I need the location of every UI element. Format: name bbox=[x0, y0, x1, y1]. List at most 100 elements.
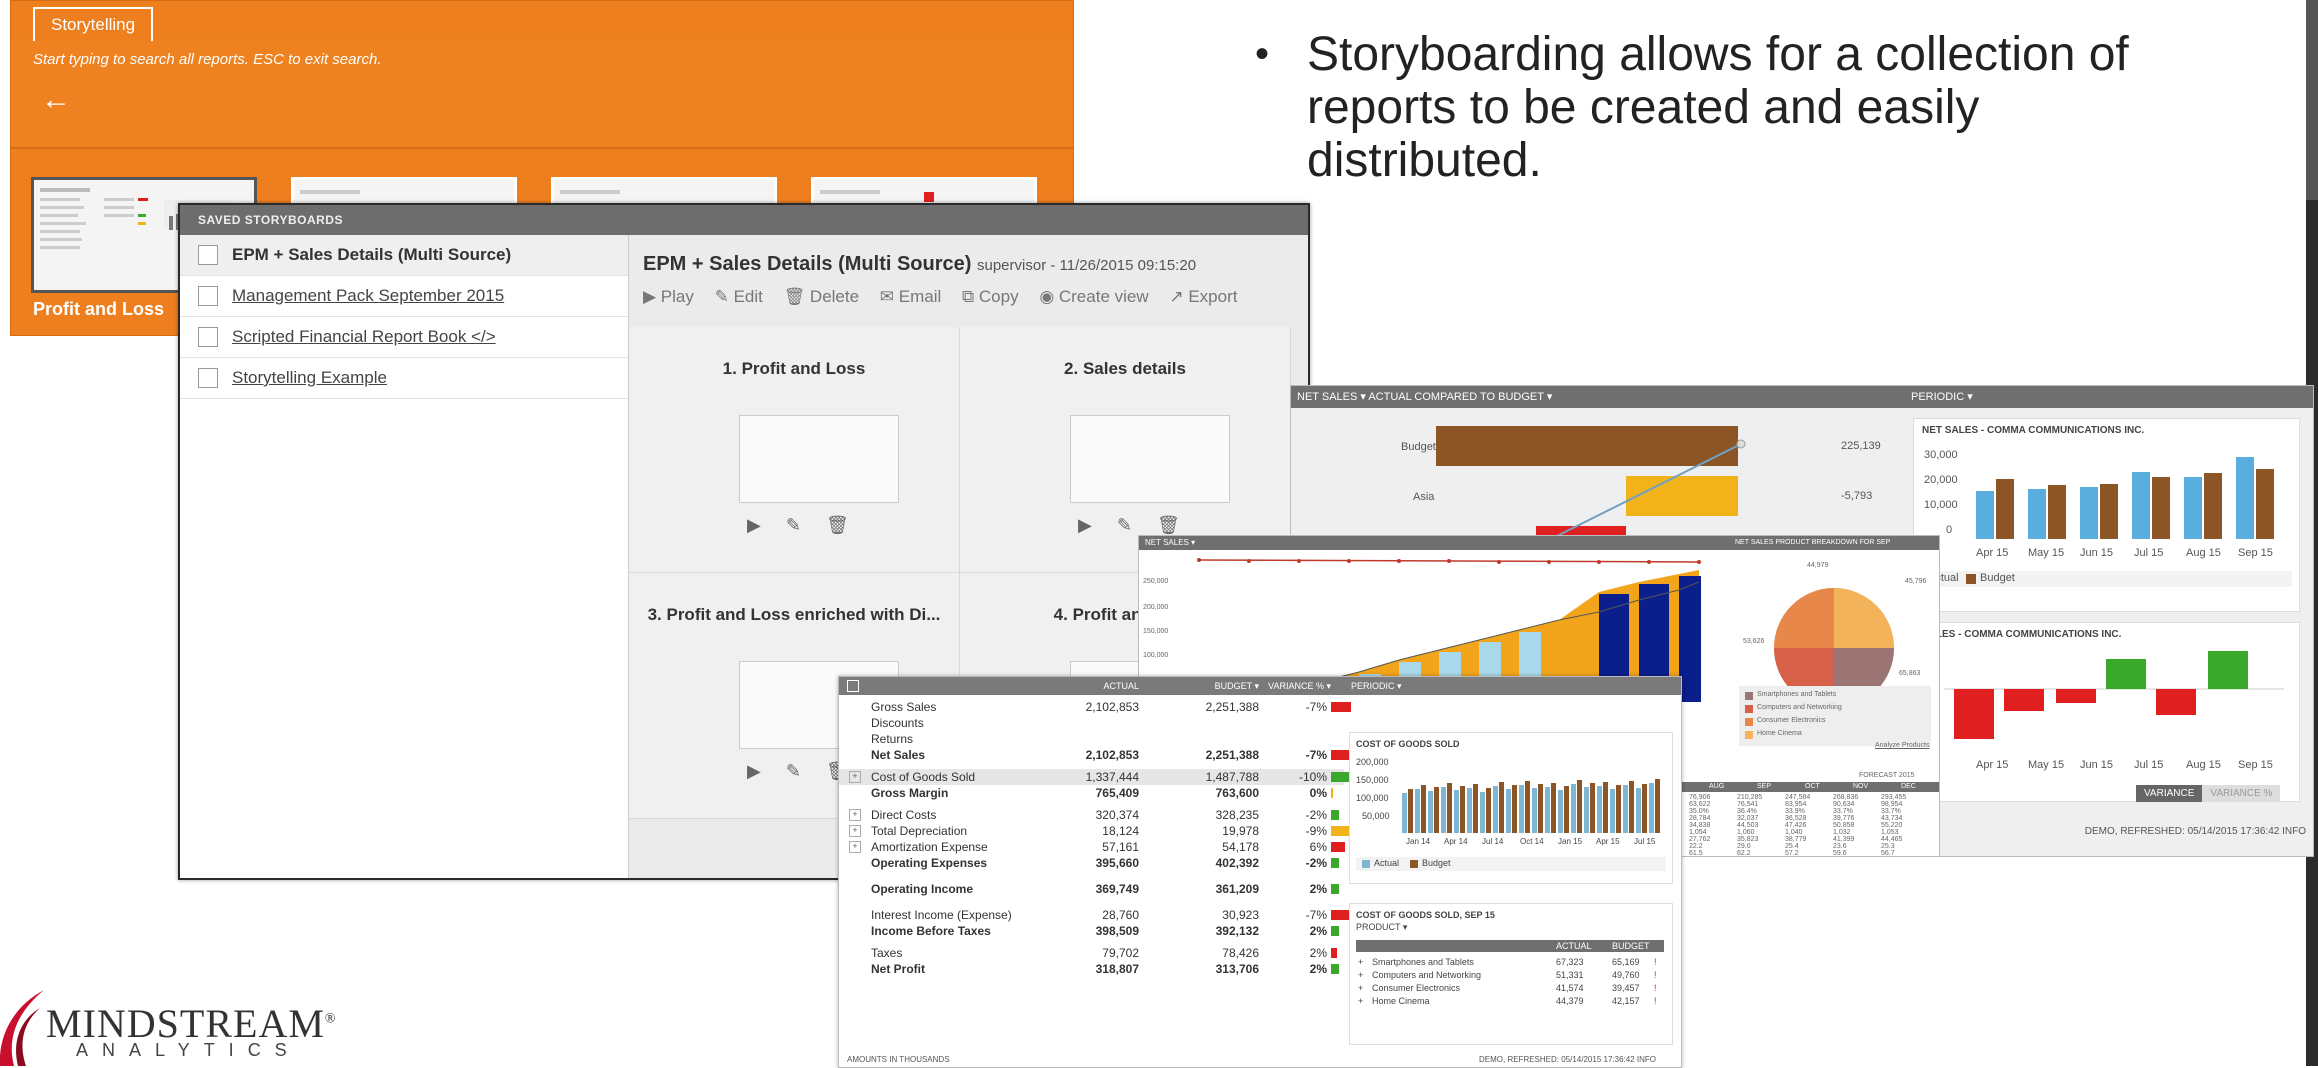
expand-row-icon[interactable]: + bbox=[849, 771, 861, 783]
list-item[interactable]: + Computers and Networking 51,331 49,760! bbox=[1356, 969, 1664, 982]
table-row[interactable]: + Total Depreciation 18,124 19,978 -9% bbox=[839, 823, 1359, 839]
refresh-footer: DEMO, REFRESHED: 05/14/2015 17:36:42 INF… bbox=[2084, 826, 2306, 837]
product-filter[interactable]: PRODUCT ▾ bbox=[1356, 922, 1407, 933]
storyboard-item-label[interactable]: Management Pack September 2015 bbox=[232, 276, 504, 316]
periodic-filter[interactable]: PERIODIC ▾ bbox=[1911, 386, 1973, 408]
trash-icon[interactable]: 🗑 bbox=[1157, 515, 1180, 535]
back-arrow-icon[interactable]: ← bbox=[41, 83, 71, 117]
budget-cell: 2,251,388 bbox=[1205, 700, 1259, 714]
storyboard-item[interactable]: EPM + Sales Details (Multi Source) bbox=[180, 235, 628, 276]
create-view-button[interactable]: ◉ Create view bbox=[1039, 287, 1148, 306]
table-row[interactable]: Gross Margin 765,409 763,600 0% bbox=[839, 785, 1344, 801]
tab-variance-percent[interactable]: VARIANCE % bbox=[2202, 785, 2281, 802]
storyboard-card[interactable]: 1. Profit and Loss ▶ ✎ 🗑 bbox=[629, 327, 960, 573]
actual-bar bbox=[1623, 785, 1628, 833]
trash-icon[interactable]: 🗑 bbox=[826, 515, 849, 535]
edit-icon[interactable]: ✎ bbox=[786, 761, 801, 781]
table-row[interactable]: Discounts bbox=[839, 715, 1344, 731]
expand-row-icon[interactable]: + bbox=[849, 809, 861, 821]
variance-toggle: VARIANCE VARIANCE % bbox=[2136, 785, 2281, 802]
product-name: Home Cinema bbox=[1372, 996, 1430, 1006]
play-icon[interactable]: ▶ bbox=[1078, 515, 1092, 535]
table-row[interactable]: + Direct Costs 320,374 328,235 -2% bbox=[839, 807, 1344, 823]
storyboard-item[interactable]: Scripted Financial Report Book </> bbox=[180, 317, 628, 358]
expand-row-icon[interactable]: + bbox=[1358, 996, 1363, 1006]
col-budget[interactable]: BUDGET ▾ bbox=[1159, 677, 1259, 695]
card-thumbnail[interactable] bbox=[1070, 415, 1230, 503]
scrollbar-thumb[interactable] bbox=[2306, 0, 2318, 200]
col-periodic[interactable]: PERIODIC ▾ bbox=[1351, 677, 1402, 695]
email-button[interactable]: ✉ Email bbox=[880, 287, 941, 306]
table-row[interactable]: + Cost of Goods Sold 1,337,444 1,487,788 -10… bbox=[839, 769, 1361, 785]
forecast-cell: 83,954 bbox=[1785, 801, 1807, 808]
storyboard-checkbox[interactable] bbox=[198, 286, 218, 306]
variance-cell: -9% bbox=[1305, 824, 1327, 838]
table-row[interactable]: Operating Income 369,749 361,209 2% bbox=[839, 881, 1344, 897]
y-tick: 250,000 bbox=[1143, 578, 1169, 585]
play-icon[interactable]: ▶ bbox=[747, 515, 761, 535]
edit-icon[interactable]: ✎ bbox=[786, 515, 801, 535]
table-row[interactable]: + Amortization Expense 57,161 54,178 6% bbox=[839, 839, 1345, 855]
table-row[interactable]: Income Before Taxes 398,509 392,132 2% bbox=[839, 923, 1344, 939]
expand-row-icon[interactable]: + bbox=[1358, 983, 1363, 993]
pie-legend: Smartphones and Tablets Computers and Ne… bbox=[1739, 686, 1931, 746]
net-sales-filter[interactable]: NET SALES ▾ ACTUAL COMPARED TO BUDGET ▾ bbox=[1297, 386, 1552, 408]
analyze-products-link[interactable]: Analyze Products bbox=[1875, 742, 1929, 749]
budget-bar bbox=[1564, 786, 1569, 833]
card-thumbnail[interactable] bbox=[739, 415, 899, 503]
budget-bar bbox=[1603, 782, 1608, 833]
x-tick: May 15 bbox=[2028, 547, 2065, 559]
mindstream-logo-icon bbox=[0, 990, 44, 1066]
actual-bar bbox=[1571, 784, 1576, 833]
expand-row-icon[interactable]: + bbox=[1358, 957, 1363, 967]
table-row[interactable]: Gross Sales 2,102,853 2,251,388 -7% bbox=[839, 699, 1351, 715]
table-row[interactable]: Net Sales 2,102,853 2,251,388 -7% bbox=[839, 747, 1351, 763]
saved-storyboards-title-bar: SAVED STORYBOARDS bbox=[180, 205, 1308, 235]
table-row[interactable]: Interest Income (Expense) 28,760 30,923 -7% bbox=[839, 907, 1351, 923]
expand-icon[interactable] bbox=[847, 680, 859, 692]
edit-button[interactable]: ✎ Edit bbox=[715, 287, 763, 306]
storyboard-checkbox[interactable] bbox=[198, 368, 218, 388]
storyboard-item[interactable]: Storytelling Example bbox=[180, 358, 628, 399]
list-item[interactable]: + Home Cinema 44,379 42,157! bbox=[1356, 995, 1664, 1008]
budget-cell: 30,923 bbox=[1222, 908, 1259, 922]
budget-cell: 42,157 bbox=[1612, 996, 1640, 1006]
forecast-cell: 22.2 bbox=[1689, 843, 1703, 850]
delete-button[interactable]: 🗑 Delete bbox=[784, 287, 859, 306]
edit-icon[interactable]: ✎ bbox=[1117, 515, 1132, 535]
storyboard-item-label[interactable]: Scripted Financial Report Book </> bbox=[232, 317, 496, 357]
list-item[interactable]: + Smartphones and Tablets 67,323 65,169! bbox=[1356, 956, 1664, 969]
storyboard-item-label[interactable]: Storytelling Example bbox=[232, 358, 387, 398]
tab-storytelling[interactable]: Storytelling bbox=[33, 7, 154, 41]
list-item[interactable]: + Consumer Electronics 41,574 39,457! bbox=[1356, 982, 1664, 995]
forecast-cell: 57.2 bbox=[1785, 850, 1799, 856]
legend-budget: Budget bbox=[1980, 572, 2015, 584]
forecast-cell: 268,836 bbox=[1833, 794, 1859, 801]
table-row[interactable]: Operating Expenses 395,660 402,392 -2% bbox=[839, 855, 1344, 871]
actual-cell: 67,323 bbox=[1556, 957, 1584, 967]
tab-variance[interactable]: VARIANCE bbox=[2136, 785, 2203, 802]
actual-bar bbox=[1428, 791, 1433, 833]
expand-row-icon[interactable]: + bbox=[849, 841, 861, 853]
table-row[interactable]: Taxes 79,702 78,426 2% bbox=[839, 945, 1344, 961]
row-label: Income Before Taxes bbox=[871, 924, 991, 938]
storyboard-checkbox[interactable] bbox=[198, 327, 218, 347]
budget-bar bbox=[1447, 783, 1452, 833]
col-variance[interactable]: VARIANCE % ▾ bbox=[1259, 677, 1331, 695]
play-button[interactable]: ▶ Play bbox=[643, 287, 694, 306]
play-icon[interactable]: ▶ bbox=[747, 761, 761, 781]
table-row[interactable]: Net Profit 318,807 313,706 2% bbox=[839, 961, 1344, 977]
export-button[interactable]: ↗ Export bbox=[1169, 287, 1237, 306]
actual-bar bbox=[1584, 787, 1589, 833]
expand-row-icon[interactable]: + bbox=[1358, 970, 1363, 980]
card-actions: ▶ ✎ 🗑 bbox=[1078, 515, 1200, 536]
x-tick: Aug 15 bbox=[2186, 547, 2221, 559]
expand-row-icon[interactable]: + bbox=[849, 825, 861, 837]
col-budget: BUDGET bbox=[1612, 941, 1650, 951]
table-row[interactable]: Returns bbox=[839, 731, 1344, 747]
storyboard-checkbox[interactable] bbox=[198, 245, 218, 265]
copy-button[interactable]: ⧉ Copy bbox=[962, 287, 1019, 306]
storyboard-item[interactable]: Management Pack September 2015 bbox=[180, 276, 628, 317]
storyboard-title: EPM + Sales Details (Multi Source) super… bbox=[643, 253, 1196, 276]
row-label: Net Profit bbox=[871, 962, 925, 976]
